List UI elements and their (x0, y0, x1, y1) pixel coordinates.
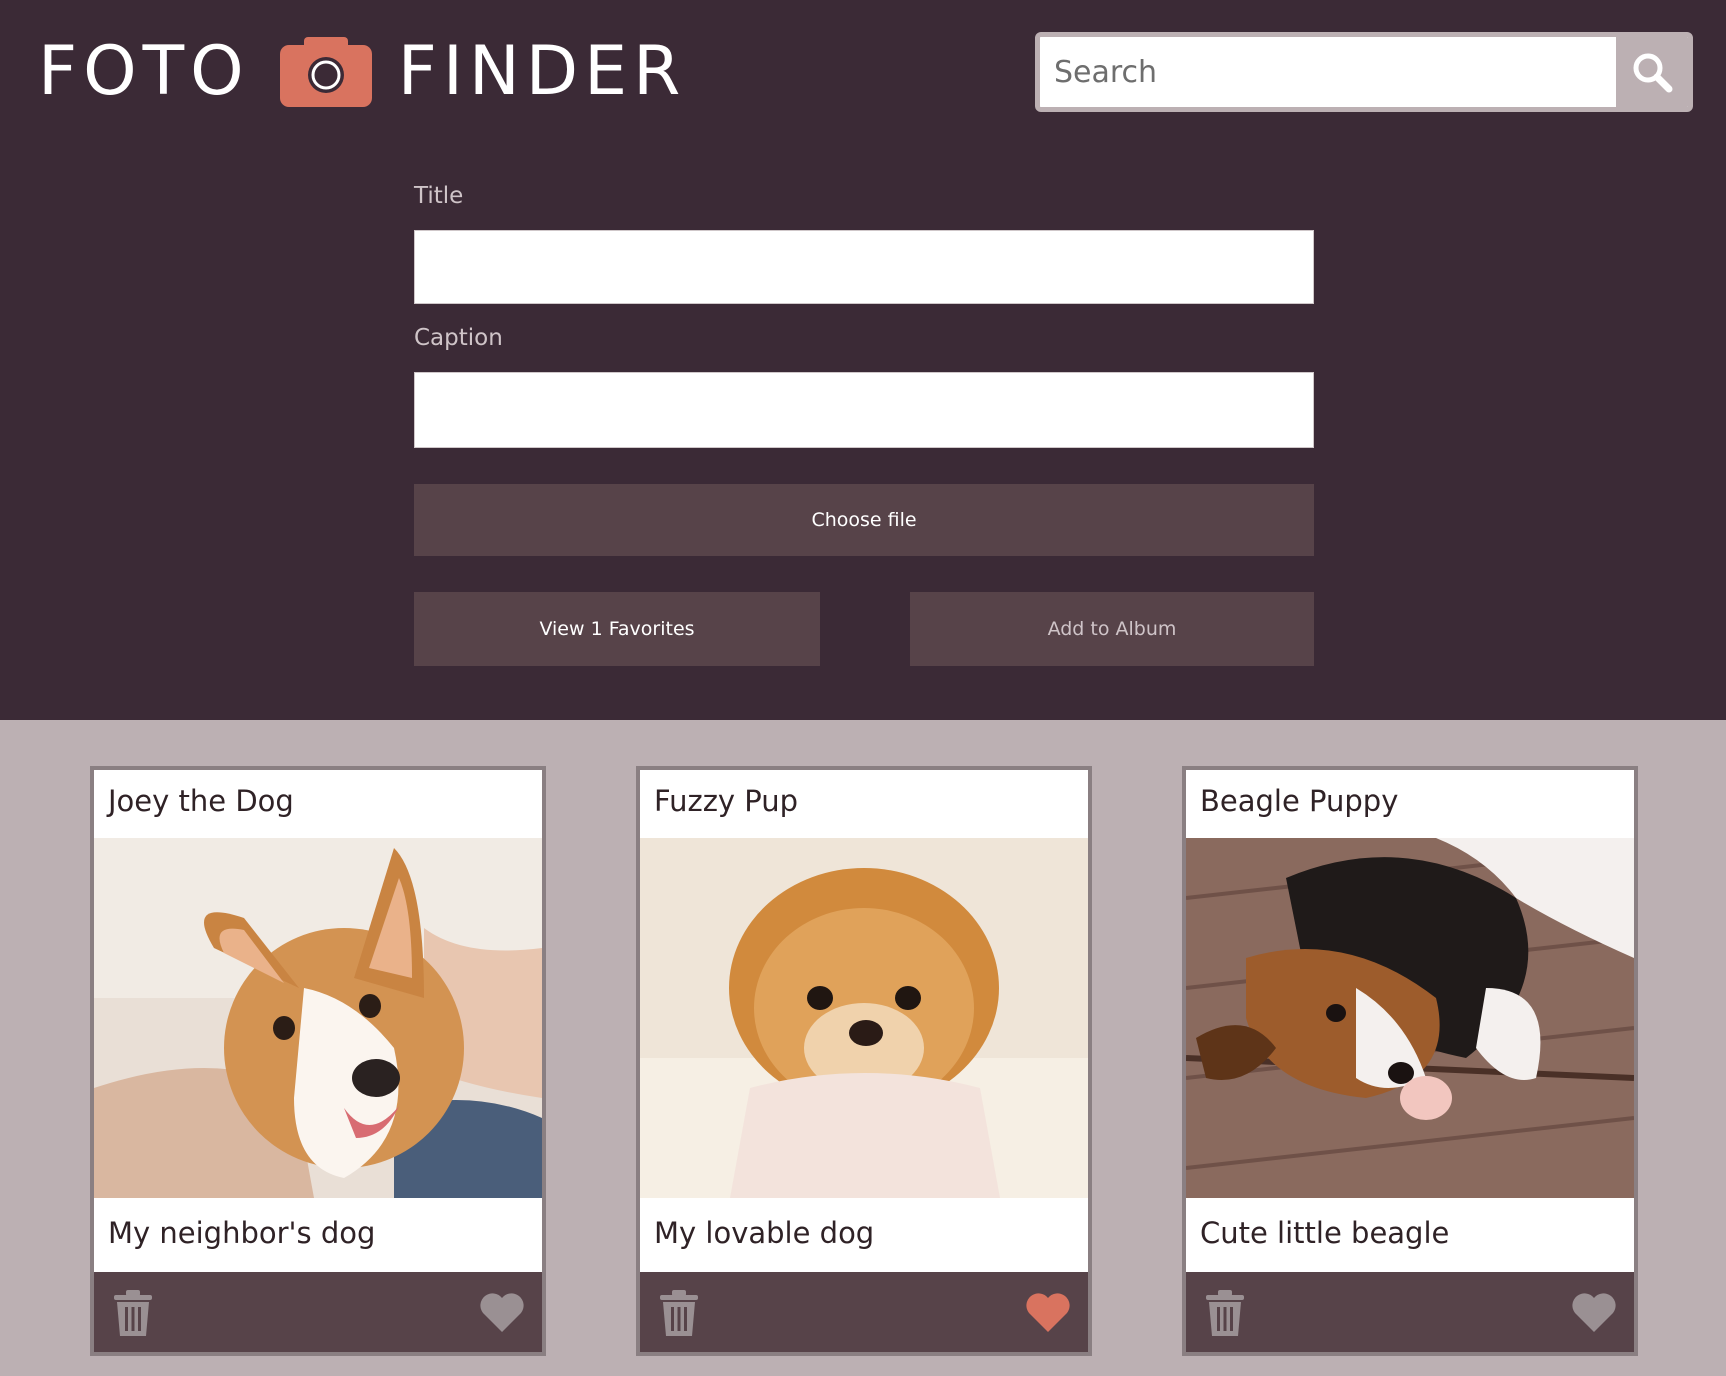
logo-text-left: FOTO (38, 32, 250, 111)
search-icon (1633, 53, 1673, 93)
app-logo: FOTO FINDER (38, 32, 686, 112)
caption-input[interactable] (414, 372, 1314, 448)
card-title[interactable]: Fuzzy Pup (640, 770, 1088, 838)
photo-card: Fuzzy Pup My lovable dog (636, 766, 1092, 1356)
card-title[interactable]: Beagle Puppy (1186, 770, 1634, 838)
corgi-photo (94, 838, 542, 1198)
heart-icon[interactable] (1024, 1288, 1072, 1334)
camera-icon (279, 37, 372, 107)
view-favorites-button[interactable]: View 1 Favorites (414, 592, 820, 666)
trash-icon[interactable] (1204, 1290, 1246, 1336)
choose-file-button[interactable]: Choose file (414, 484, 1314, 556)
card-caption[interactable]: My lovable dog (640, 1198, 1088, 1272)
search-bar (1035, 32, 1693, 112)
caption-label: Caption (414, 325, 503, 351)
search-button[interactable] (1616, 37, 1688, 107)
heart-icon[interactable] (1570, 1288, 1618, 1334)
beagle-photo (1186, 838, 1634, 1198)
card-footer (1186, 1272, 1634, 1352)
pomeranian-photo (640, 838, 1088, 1198)
add-to-album-button[interactable]: Add to Album (910, 592, 1314, 666)
title-input[interactable] (414, 230, 1314, 304)
heart-icon[interactable] (478, 1288, 526, 1334)
card-footer (94, 1272, 542, 1352)
card-caption[interactable]: My neighbor's dog (94, 1198, 542, 1272)
card-title[interactable]: Joey the Dog (94, 770, 542, 838)
card-footer (640, 1272, 1088, 1352)
trash-icon[interactable] (112, 1290, 154, 1336)
title-label: Title (414, 183, 464, 209)
search-input[interactable] (1040, 37, 1616, 107)
logo-text-right: FINDER (397, 32, 687, 111)
card-caption[interactable]: Cute little beagle (1186, 1198, 1634, 1272)
header-section: FOTO FINDER Title Caption Choose file Vi… (0, 0, 1726, 720)
trash-icon[interactable] (658, 1290, 700, 1336)
photo-card: Beagle Puppy Cute little beagle (1182, 766, 1638, 1356)
photo-card: Joey the Dog My neighbor's dog (90, 766, 546, 1356)
